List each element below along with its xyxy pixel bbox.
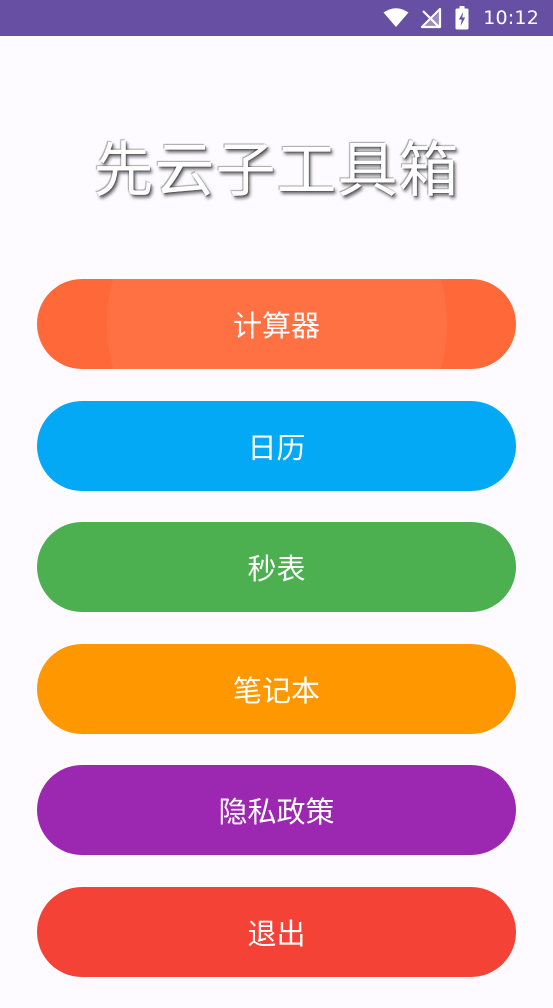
exit-button-label: 退出 bbox=[247, 916, 306, 951]
calendar-button[interactable]: 日历 bbox=[37, 400, 516, 491]
notebook-button[interactable]: 笔记本 bbox=[37, 643, 516, 734]
privacy-policy-button[interactable]: 隐私政策 bbox=[37, 765, 516, 855]
status-bar: 10:12 bbox=[0, 0, 553, 36]
no-signal-icon bbox=[419, 0, 443, 36]
app-title: 先云子工具箱 bbox=[93, 136, 460, 206]
stopwatch-button-label: 秒表 bbox=[247, 552, 306, 586]
stopwatch-button[interactable]: 秒表 bbox=[37, 522, 516, 612]
battery-charging-icon bbox=[453, 0, 471, 36]
calendar-button-label: 日历 bbox=[247, 430, 306, 465]
exit-button[interactable]: 退出 bbox=[37, 886, 516, 977]
notebook-button-label: 笔记本 bbox=[232, 673, 320, 708]
privacy-policy-button-label: 隐私政策 bbox=[218, 795, 335, 829]
calculator-button[interactable]: 计算器 bbox=[37, 279, 516, 369]
wifi-icon bbox=[383, 0, 409, 36]
calculator-button-label: 计算器 bbox=[232, 309, 320, 343]
clock: 10:12 bbox=[483, 7, 539, 29]
main-menu: 计算器 日历 秒表 笔记本 隐私政策 退出 bbox=[37, 279, 516, 1008]
